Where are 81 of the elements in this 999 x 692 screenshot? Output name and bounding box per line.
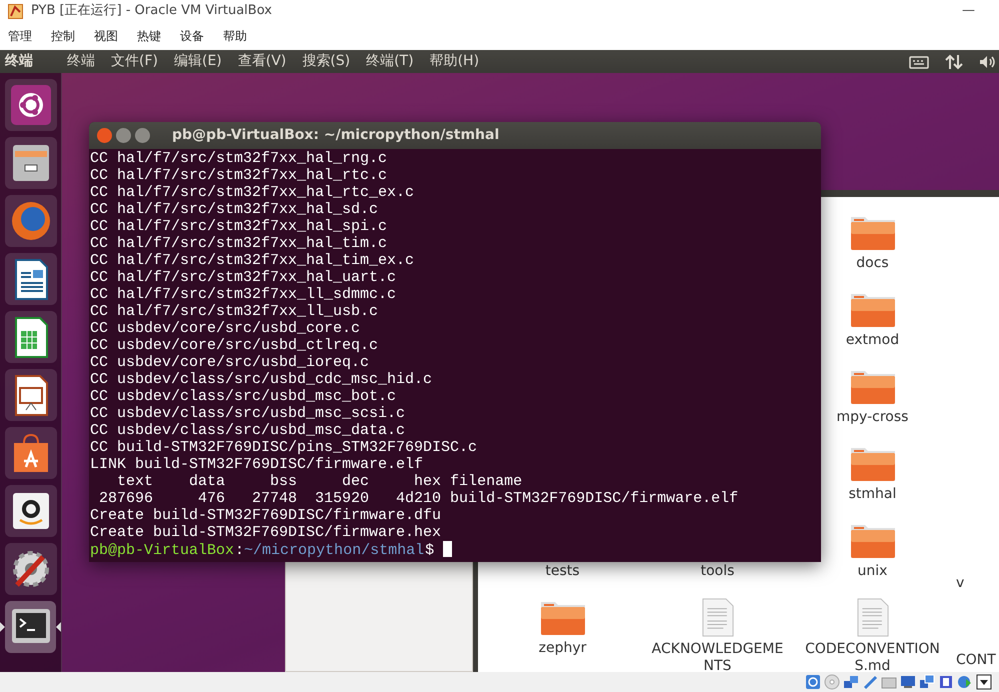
launcher-button[interactable] [5,543,57,595]
terminal-line: CC hal/f7/src/stm32f7xx_hal_sd.c [90,201,380,218]
keyboard-icon[interactable] [909,54,929,68]
menu-item[interactable]: 终端 [63,51,99,72]
terminal-line: text data bss dec hex filename [116,473,524,490]
terminal-line: Create build-STM32F769DISC/firmware.dfu [90,507,442,524]
close-button[interactable] [97,128,112,143]
terminal-line: Create build-STM32F769DISC/firmware.hex [90,524,442,541]
terminal-line: CC usbdev/class/src/usbd_msc_data.c [90,422,406,439]
menu-item[interactable]: 设备 [180,27,204,45]
file-label[interactable]: mpy-cross [836,409,908,426]
prompt-symbol: $ [425,542,434,559]
prompt-path: ~/micropython/stmhal [244,542,426,559]
terminal-line: CC hal/f7/src/stm32f7xx_hal_uart.c [90,269,398,286]
menu-item[interactable]: 视图 [94,27,118,45]
file-label[interactable]: tools [700,563,734,580]
menu-item[interactable]: 帮助(H) [426,51,484,72]
browser-globe-icon [9,199,53,243]
terminal-line: 287696 476 27748 315920 4d210 build-STM32F769DISC/firmware.elf [98,490,740,507]
terminal-line: CC usbdev/class/src/usbd_cdc_msc_hid.c [90,371,434,388]
terminal-line: CC hal/f7/src/stm32f7xx_hal_rng.c [90,150,388,167]
menu-item[interactable]: 管理 [8,27,32,45]
hard-disk-icon[interactable] [805,674,821,690]
file-label[interactable]: CODECONVENTIONS.md [802,641,942,672]
terminal-line: CC hal/f7/src/stm32f7xx_hal_rtc.c [90,167,388,184]
network-icon[interactable] [843,674,859,690]
file-label[interactable]: extmod [846,332,900,349]
menu-item[interactable]: 终端(T) [362,51,418,72]
text-document-icon [854,598,890,637]
windows-icon[interactable] [919,674,935,690]
file-label[interactable]: CONT [956,652,996,669]
terminal-line: CC usbdev/core/src/usbd_ctlreq.c [90,337,380,354]
file-label[interactable]: stmhal [848,486,896,503]
text-document-icon [700,598,736,637]
display-icon[interactable] [900,674,916,690]
menu-item[interactable]: 编辑(E) [170,51,226,72]
terminal-line: CC build-STM32F769DISC/pins_STM32F769DISC.c [90,439,478,456]
terminal-line: CC hal/f7/src/stm32f7xx_hal_spi.c [90,218,388,235]
file-label[interactable]: zephyr [538,640,586,657]
terminal-line: CC usbdev/class/src/usbd_msc_bot.c [90,388,398,405]
launcher-button[interactable] [5,427,57,479]
menu-item[interactable]: 控制 [51,27,75,45]
terminal-line: CC hal/f7/src/stm32f7xx_ll_usb.c [90,303,380,320]
launcher-button[interactable] [5,253,57,305]
terminal-line: CC hal/f7/src/stm32f7xx_hal_tim_ex.c [90,252,416,269]
app-title: 终端 [4,52,34,71]
prompt-separator: : [235,542,244,559]
prompt-user-host: pb@pb-VirtualBox [90,542,236,559]
launcher-button[interactable] [5,311,57,363]
terminal-line: CC hal/f7/src/stm32f7xx_hal_rtc_ex.c [90,184,416,201]
terminal-line: CC usbdev/core/src/usbd_ioreq.c [90,354,370,371]
terminal-line: LINK build-STM32F769DISC/firmware.elf [90,456,424,473]
menu-item[interactable]: 搜索(S) [298,51,354,72]
terminal-line: CC hal/f7/src/stm32f7xx_ll_sdmmc.c [90,286,398,303]
minimize-button[interactable] [116,128,131,143]
file-label[interactable]: tests [545,563,580,580]
speaker-icon[interactable] [979,54,995,70]
launcher-button[interactable] [5,137,57,189]
file-label[interactable]: docs [856,255,889,272]
globe-icon[interactable] [957,674,973,690]
launcher-button[interactable] [5,369,57,421]
file-label[interactable]: ACKNOWLEDGEMENTS [648,641,788,672]
terminal-line: CC usbdev/core/src/usbd_core.c [90,320,362,337]
ubuntu-logo-icon [9,83,53,127]
menu-item[interactable]: 文件(F) [107,51,162,72]
terminal-line: CC usbdev/class/src/usbd_msc_scsi.c [90,405,406,422]
network-arrows-icon[interactable] [945,54,963,70]
menu-item[interactable]: 热键 [137,27,161,45]
terminal-line: CC hal/f7/src/stm32f7xx_hal_tim.c [90,235,388,252]
maximize-button[interactable] [135,128,150,143]
file-label[interactable]: unix [858,563,888,580]
menu-item[interactable]: 查看(V) [234,51,290,72]
file-label[interactable]: v [956,575,964,592]
minimize-button[interactable]: — [962,1,975,21]
terminal-title: pb@pb-VirtualBox: ~/micropython/stmhal [172,126,500,145]
menu-item[interactable]: 帮助 [223,27,247,45]
window-title: PYB [正在运行] - Oracle VM VirtualBox [31,2,272,20]
launcher-button[interactable] [5,79,57,131]
launcher-button[interactable] [5,485,57,537]
text-cursor [443,541,452,557]
launcher-button[interactable] [4,601,56,653]
